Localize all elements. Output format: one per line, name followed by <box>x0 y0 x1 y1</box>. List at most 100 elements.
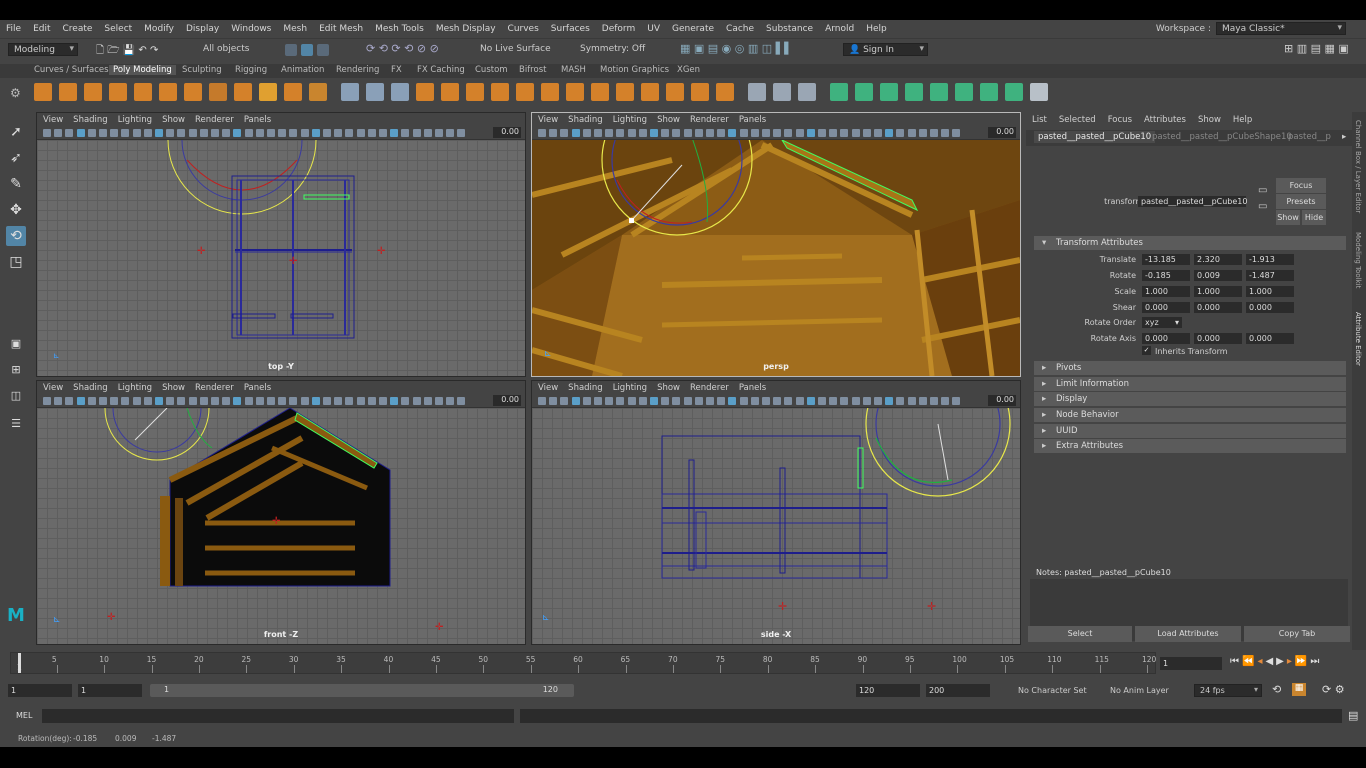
smooth-brush-icon[interactable] <box>1005 83 1023 101</box>
shelf-tab-motion-graphics[interactable]: Motion Graphics <box>600 65 669 75</box>
cone-icon[interactable] <box>109 83 127 101</box>
viewport-toolbar-icon[interactable] <box>594 397 602 405</box>
workspace-dropdown[interactable]: Maya Classic* <box>1216 22 1346 35</box>
select-object-icon[interactable] <box>301 44 313 56</box>
viewport-toolbar-icon[interactable] <box>199 397 208 405</box>
viewport-toolbar-icon[interactable] <box>199 129 208 137</box>
panel-menu-panels[interactable]: Panels <box>735 115 770 125</box>
tabs-scroll-icon[interactable]: ▸ <box>1342 132 1346 142</box>
grab-icon[interactable] <box>980 83 998 101</box>
viewport-toolbar-icon[interactable] <box>627 129 636 137</box>
x-tool-icon[interactable] <box>1030 83 1048 101</box>
viewport-toolbar-icon[interactable] <box>99 129 107 137</box>
menu-windows[interactable]: Windows <box>225 24 277 34</box>
viewport-toolbar-icon[interactable] <box>76 129 85 137</box>
playback-start-field[interactable]: 1 <box>78 684 142 697</box>
select-component-icon[interactable] <box>317 44 329 56</box>
panel-menu-lighting[interactable]: Lighting <box>609 383 651 393</box>
target-weld-icon[interactable] <box>366 83 384 101</box>
svg-icon[interactable] <box>284 83 302 101</box>
viewport-toolbar-icon[interactable] <box>851 129 860 137</box>
menu-uv[interactable]: UV <box>641 24 666 34</box>
viewport-toolbar-icon[interactable] <box>143 129 152 137</box>
end-time-field[interactable]: 200 <box>926 684 990 697</box>
symmetry-dropdown[interactable]: Symmetry: Off <box>580 44 645 54</box>
fill-hole-icon[interactable] <box>691 83 709 101</box>
focus-icon[interactable]: ▭ <box>1258 185 1267 196</box>
rotate-axis-y-field[interactable]: 0.000 <box>1194 333 1242 344</box>
current-frame-field[interactable]: 1 <box>1160 657 1222 670</box>
viewport-toolbar-icon[interactable] <box>874 397 882 405</box>
viewport-toolbar-icon[interactable] <box>255 129 264 137</box>
viewport-toolbar-icon[interactable] <box>829 397 838 405</box>
scale-z-field[interactable]: 1.000 <box>1246 286 1294 297</box>
menu-help[interactable]: Help <box>860 24 893 34</box>
viewport-toolbar-icon[interactable] <box>616 129 625 137</box>
side-tab-channel-box[interactable]: Channel Box / Layer Editor <box>1354 120 1362 213</box>
viewport-toolbar-icon[interactable] <box>367 397 376 405</box>
scale-tool-icon[interactable]: ◳ <box>6 252 26 272</box>
viewport-toolbar-icon[interactable] <box>862 397 871 405</box>
connect-icon[interactable] <box>905 83 923 101</box>
viewport-toolbar-icon[interactable] <box>549 397 558 405</box>
viewport-toolbar-icon[interactable] <box>379 397 387 405</box>
plane-icon[interactable] <box>159 83 177 101</box>
viewport-toolbar-icon[interactable] <box>345 397 354 405</box>
mode-dropdown[interactable]: Modeling <box>8 43 78 56</box>
viewport-toolbar-icon[interactable] <box>43 129 51 137</box>
menu-cache[interactable]: Cache <box>720 24 760 34</box>
attr-menu-help[interactable]: Help <box>1227 115 1258 125</box>
viewport-toolbar-icon[interactable] <box>806 129 815 137</box>
viewport-toolbar-icon[interactable] <box>582 397 591 405</box>
start-time-field[interactable]: 1 <box>8 684 72 697</box>
section-extra-attributes[interactable]: Extra Attributes <box>1034 439 1346 453</box>
viewport-toolbar-icon[interactable] <box>762 397 770 405</box>
shelf-tab-rigging[interactable]: Rigging <box>235 65 267 75</box>
show-button[interactable]: Show <box>1276 210 1300 225</box>
viewport-toolbar-icon[interactable] <box>851 397 860 405</box>
viewport-toolbar-icon[interactable] <box>538 397 546 405</box>
menu-display[interactable]: Display <box>180 24 225 34</box>
viewport-toolbar-icon[interactable] <box>132 397 141 405</box>
rotate-axis-x-field[interactable]: 0.000 <box>1142 333 1190 344</box>
viewport-toolbar-icon[interactable] <box>683 397 692 405</box>
live-surface-field[interactable]: No Live Surface <box>480 44 551 54</box>
playback-controls[interactable]: ⏮⏪◂◀▶▸⏩⏭ <box>1230 656 1322 667</box>
viewport-toolbar-icon[interactable] <box>941 397 950 405</box>
move-tool-icon[interactable]: ✥ <box>6 200 26 220</box>
section-display[interactable]: Display <box>1034 392 1346 406</box>
viewport-toolbar-icon[interactable] <box>65 397 74 405</box>
bevel-icon[interactable] <box>566 83 584 101</box>
viewport-toolbar-icon[interactable] <box>278 129 287 137</box>
menu-modify[interactable]: Modify <box>138 24 180 34</box>
selection-mask-dropdown[interactable]: All objects <box>203 44 249 54</box>
panel-menu-renderer[interactable]: Renderer <box>686 115 733 125</box>
torus-icon[interactable] <box>134 83 152 101</box>
multi-cut-icon[interactable] <box>341 83 359 101</box>
polygon-icon[interactable] <box>234 83 252 101</box>
viewport-toolbar-icon[interactable] <box>143 397 152 405</box>
viewport-toolbar-icon[interactable] <box>560 129 569 137</box>
viewport-toolbar-icon[interactable] <box>918 129 927 137</box>
panel-menu-view[interactable]: View <box>534 383 562 393</box>
viewport-toolbar-icon[interactable] <box>155 397 163 405</box>
viewport-persp-value[interactable]: 0.00 <box>988 127 1016 138</box>
viewport-toolbar-icon[interactable] <box>717 397 726 405</box>
layout-icons[interactable]: ⊞ ▥ ▤ ▦ ▣ <box>1284 42 1349 55</box>
fps-dropdown[interactable]: 24 fps <box>1194 684 1262 697</box>
viewport-toolbar-icon[interactable] <box>166 129 175 137</box>
panel-menu-show[interactable]: Show <box>158 115 189 125</box>
panel-menu-lighting[interactable]: Lighting <box>114 383 156 393</box>
viewport-toolbar-icon[interactable] <box>784 129 793 137</box>
viewport-toolbar-icon[interactable] <box>806 397 815 405</box>
shelf-tab-poly-modeling[interactable]: Poly Modeling <box>109 65 176 75</box>
offset-loop-icon[interactable] <box>666 83 684 101</box>
viewport-toolbar-icon[interactable] <box>334 397 343 405</box>
two-view-icon[interactable]: ◫ <box>6 386 26 406</box>
poke-icon[interactable] <box>716 83 734 101</box>
viewport-toolbar-icon[interactable] <box>941 129 950 137</box>
viewport-toolbar-icon[interactable] <box>345 129 354 137</box>
viewport-top[interactable]: View Shading Lighting Show Renderer Panels 0.… <box>36 112 526 377</box>
range-slider-bar[interactable]: 1 120 <box>150 684 574 697</box>
viewport-toolbar-icon[interactable] <box>356 129 365 137</box>
